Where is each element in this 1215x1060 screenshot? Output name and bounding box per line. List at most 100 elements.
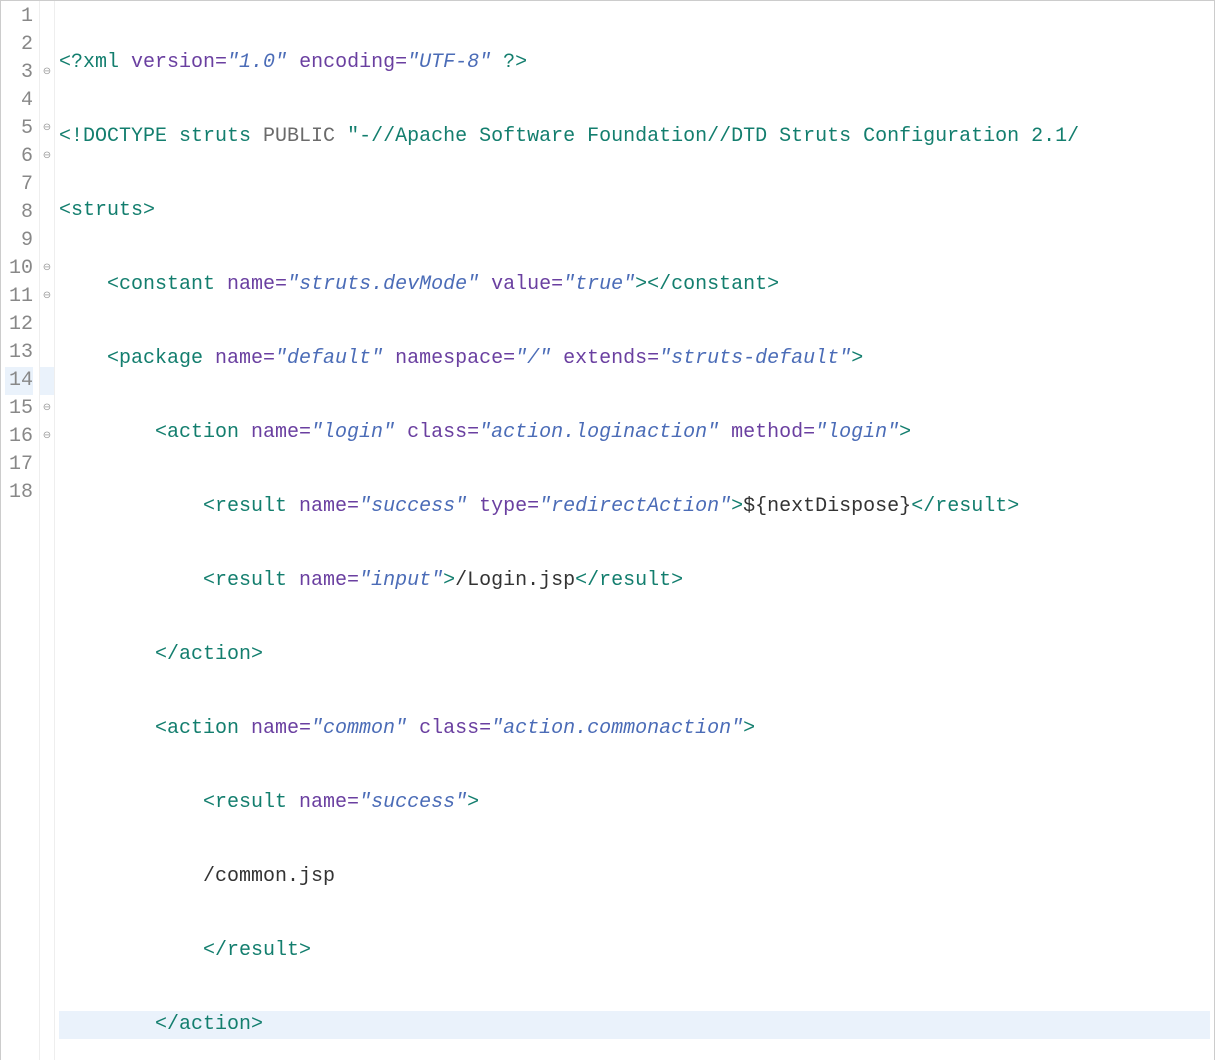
code-line[interactable]: <struts>: [59, 197, 1210, 225]
attr-value: "common": [311, 717, 407, 740]
xml-close: ?>: [503, 51, 527, 74]
tag-action-close: </action>: [155, 643, 263, 666]
doctype-public: PUBLIC: [263, 125, 347, 148]
attr-name: name=: [215, 273, 287, 296]
tag-close: ></constant>: [635, 273, 779, 296]
code-area[interactable]: <?xml version="1.0" encoding="UTF-8" ?> …: [55, 1, 1214, 1060]
tag-result: <result: [203, 791, 287, 814]
code-line[interactable]: </result>: [59, 937, 1210, 965]
fold-icon[interactable]: ⊖: [40, 283, 54, 311]
fold-icon[interactable]: [40, 451, 54, 479]
line-number: 6: [5, 143, 33, 171]
fold-icon[interactable]: ⊖: [40, 143, 54, 171]
attr-method: method=: [719, 421, 815, 444]
attr-name: name=: [287, 791, 359, 814]
line-number: 7: [5, 171, 33, 199]
attr-value: "UTF-8": [407, 51, 491, 74]
fold-icon[interactable]: [40, 311, 54, 339]
fold-icon[interactable]: ⊖: [40, 395, 54, 423]
code-line[interactable]: <constant name="struts.devMode" value="t…: [59, 271, 1210, 299]
fold-icon[interactable]: ⊖: [40, 115, 54, 143]
fold-icon[interactable]: ⊖: [40, 255, 54, 283]
attr-value: "action.commonaction": [491, 717, 743, 740]
code-line-current[interactable]: </action>: [59, 1011, 1210, 1039]
code-editor: 1 2 3 4 5 6 7 8 9 10 11 12 13 14 15 16 1…: [1, 1, 1214, 1060]
attr-name: name=: [239, 421, 311, 444]
attr-value: "login": [815, 421, 899, 444]
fold-gutter: ⊖ ⊖ ⊖ ⊖ ⊖ ⊖ ⊖: [40, 1, 55, 1060]
attr-name: name=: [203, 347, 275, 370]
tag-close: >: [743, 717, 755, 740]
attr-class: class=: [395, 421, 479, 444]
fold-icon[interactable]: [40, 227, 54, 255]
doctype: <!DOCTYPE struts: [59, 125, 263, 148]
attr-value: "default": [275, 347, 383, 370]
code-line[interactable]: <result name="input">/Login.jsp</result>: [59, 567, 1210, 595]
attr-name: name=: [287, 569, 359, 592]
attr-value: "input": [359, 569, 443, 592]
line-number: 1: [5, 3, 33, 31]
attr-type: type=: [467, 495, 539, 518]
fold-icon[interactable]: [40, 171, 54, 199]
code-line[interactable]: <result name="success" type="redirectAct…: [59, 493, 1210, 521]
attr-value: "struts-default": [659, 347, 851, 370]
attr-value: "login": [311, 421, 395, 444]
fold-icon[interactable]: [40, 339, 54, 367]
code-line[interactable]: <?xml version="1.0" encoding="UTF-8" ?>: [59, 49, 1210, 77]
line-number: 11: [5, 283, 33, 311]
tag-action: <action: [155, 717, 239, 740]
attr-extends: extends=: [551, 347, 659, 370]
code-line[interactable]: /common.jsp: [59, 863, 1210, 891]
fold-icon[interactable]: [40, 199, 54, 227]
tag-result: <result: [203, 495, 287, 518]
attr-value: "/": [515, 347, 551, 370]
tag-close: >: [443, 569, 455, 592]
text-content: /common.jsp: [203, 865, 335, 888]
attr-value: "1.0": [227, 51, 287, 74]
fold-icon[interactable]: ⊖: [40, 423, 54, 451]
line-number: 2: [5, 31, 33, 59]
fold-icon[interactable]: [40, 3, 54, 31]
fold-icon[interactable]: [40, 367, 54, 395]
line-number: 3: [5, 59, 33, 87]
fold-icon[interactable]: [40, 87, 54, 115]
line-number: 18: [5, 479, 33, 507]
attr-name: name=: [287, 495, 359, 518]
fold-icon[interactable]: [40, 31, 54, 59]
line-number: 16: [5, 423, 33, 451]
code-line[interactable]: </action>: [59, 641, 1210, 669]
line-number: 8: [5, 199, 33, 227]
text-content: ${nextDispose}: [743, 495, 911, 518]
line-number: 9: [5, 227, 33, 255]
fold-icon[interactable]: [40, 479, 54, 507]
attr-version: version=: [131, 51, 227, 74]
code-line[interactable]: <!DOCTYPE struts PUBLIC "-//Apache Softw…: [59, 123, 1210, 151]
line-number: 17: [5, 451, 33, 479]
fold-icon[interactable]: ⊖: [40, 59, 54, 87]
doctype-string: "-//Apache Software Foundation//DTD Stru…: [347, 125, 1079, 148]
attr-name: name=: [239, 717, 311, 740]
tag-close: >: [467, 791, 479, 814]
attr-encoding: encoding=: [299, 51, 407, 74]
attr-value: "action.loginaction": [479, 421, 719, 444]
attr-value: "success": [359, 791, 467, 814]
tag-result: <result: [203, 569, 287, 592]
code-line[interactable]: <action name="login" class="action.login…: [59, 419, 1210, 447]
line-number: 15: [5, 395, 33, 423]
code-line[interactable]: <action name="common" class="action.comm…: [59, 715, 1210, 743]
xml-declaration: <?xml: [59, 51, 119, 74]
attr-value: "struts.devMode": [287, 273, 479, 296]
tag-constant: <constant: [107, 273, 215, 296]
tag-result-close: </result>: [203, 939, 311, 962]
attr-value: "success": [359, 495, 467, 518]
tag-action: <action: [155, 421, 239, 444]
attr-namespace: namespace=: [383, 347, 515, 370]
attr-value: "true": [563, 273, 635, 296]
line-number: 10: [5, 255, 33, 283]
line-number: 5: [5, 115, 33, 143]
tag-close: </result>: [575, 569, 683, 592]
code-line[interactable]: <package name="default" namespace="/" ex…: [59, 345, 1210, 373]
code-line[interactable]: <result name="success">: [59, 789, 1210, 817]
attr-class: class=: [407, 717, 491, 740]
tag-close: >: [899, 421, 911, 444]
